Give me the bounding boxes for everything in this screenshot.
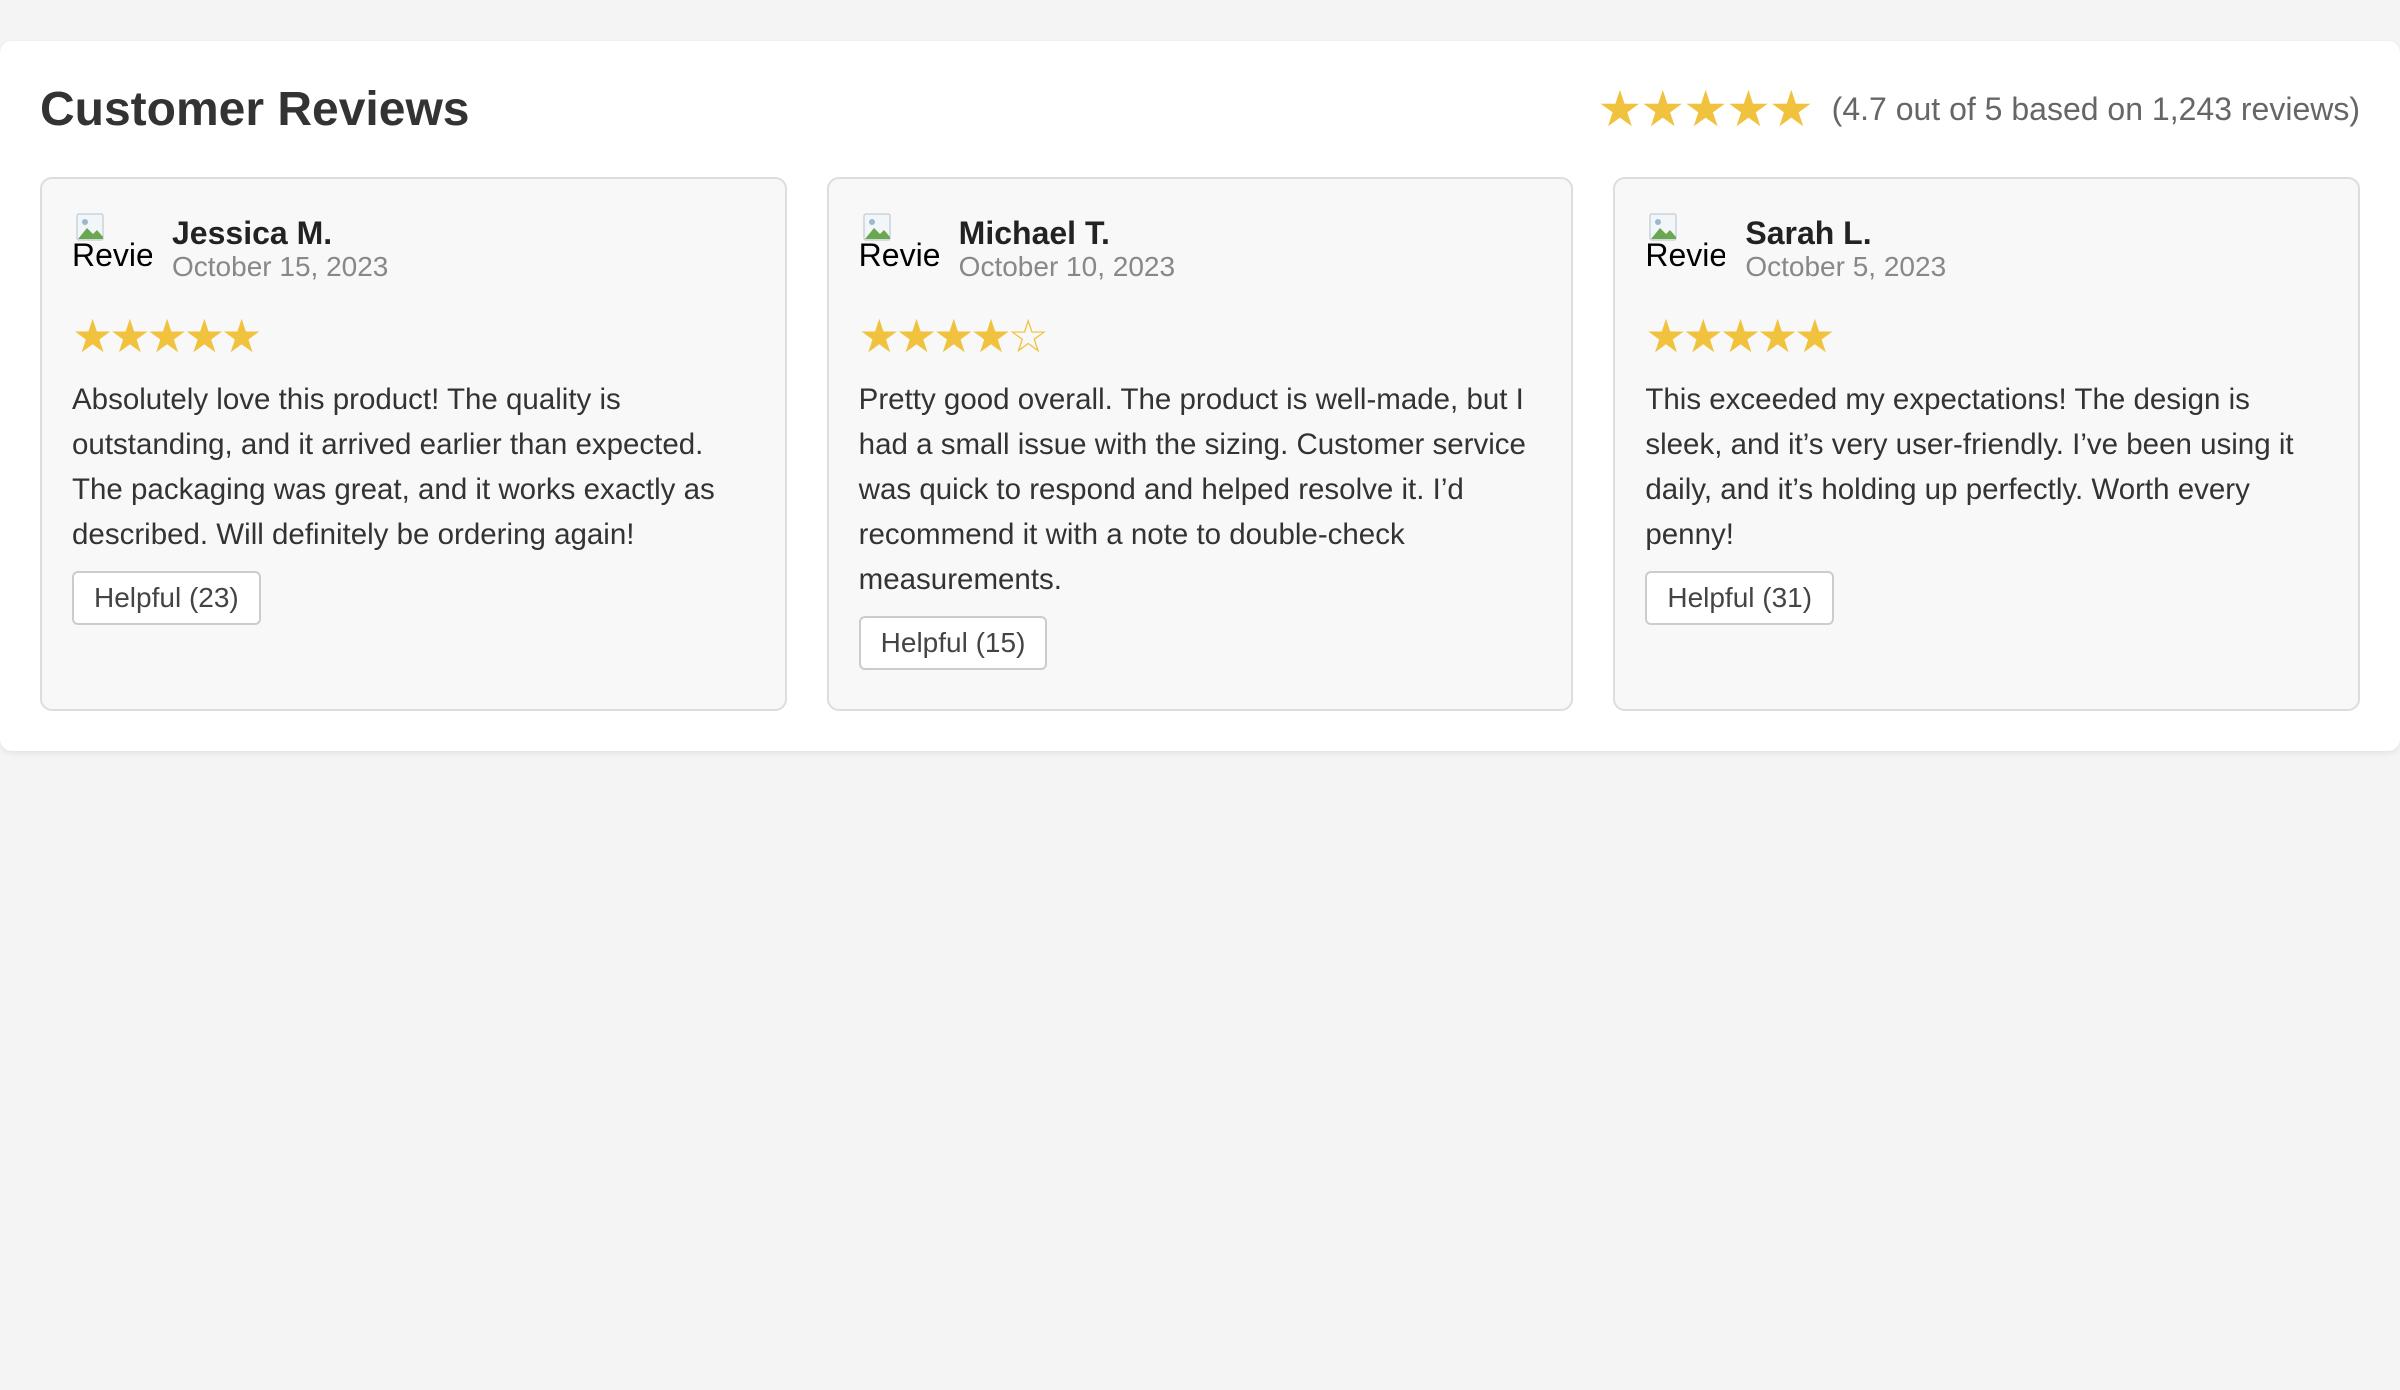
review-stars: ★★★★★	[1645, 310, 1835, 362]
reviewer-name: Sarah L.	[1745, 215, 1872, 251]
page-title: Customer Reviews	[40, 82, 470, 136]
review-text: Pretty good overall. The product is well…	[858, 383, 1526, 596]
review-text: This exceeded my expectations! The desig…	[1645, 383, 2294, 551]
review-date: October 10, 2023	[958, 251, 1176, 282]
avatar-alt-text: Review	[72, 237, 152, 273]
helpful-button[interactable]: Helpful (31)	[1645, 571, 1835, 625]
avatar: Review	[72, 213, 152, 277]
avatar: Review	[859, 213, 939, 277]
rating-summary: ★★★★★ (4.7 out of 5 based on 1,243 revie…	[1598, 84, 2360, 134]
review-list: Review Jessica M. October 15, 2023 ★★★★★…	[40, 177, 2361, 711]
avatar-alt-text: Review	[1645, 237, 1726, 273]
reviewer-name: Jessica M.	[172, 215, 333, 251]
reviews-header: Customer Reviews ★★★★★ (4.7 out of 5 bas…	[40, 79, 2360, 139]
reviewer-meta: Jessica M. October 15, 2023	[172, 215, 388, 283]
reviewer-info: Review Jessica M. October 15, 2023	[72, 213, 755, 289]
reviewer-info: Review Sarah L. October 5, 2023	[1645, 213, 2328, 289]
helpful-button[interactable]: Helpful (15)	[858, 616, 1048, 670]
reviewer-meta: Michael T. October 10, 2023	[959, 215, 1175, 283]
review-date: October 15, 2023	[172, 251, 389, 282]
reviewer-info: Review Michael T. October 10, 2023	[859, 213, 1542, 289]
review-date: October 5, 2023	[1745, 251, 1947, 282]
review-card: Review Jessica M. October 15, 2023 ★★★★★…	[40, 177, 787, 711]
avatar-alt-text: Review	[858, 237, 939, 273]
avatar: Review	[1645, 213, 1725, 277]
helpful-button[interactable]: Helpful (23)	[72, 571, 261, 625]
review-card: Review Sarah L. October 5, 2023 ★★★★★ Th…	[1613, 177, 2361, 711]
summary-stars: ★★★★★	[1597, 81, 1814, 137]
reviewer-name: Michael T.	[958, 215, 1110, 251]
review-card: Review Michael T. October 10, 2023 ★★★★☆…	[826, 177, 1574, 711]
review-text: Absolutely love this product! The qualit…	[72, 383, 715, 551]
reviewer-meta: Sarah L. October 5, 2023	[1745, 215, 1946, 283]
reviews-panel: Customer Reviews ★★★★★ (4.7 out of 5 bas…	[0, 41, 2400, 751]
review-stars: ★★★★☆	[858, 310, 1049, 362]
summary-text: (4.7 out of 5 based on 1,243 reviews)	[1831, 90, 2360, 127]
review-stars: ★★★★★	[72, 310, 262, 362]
